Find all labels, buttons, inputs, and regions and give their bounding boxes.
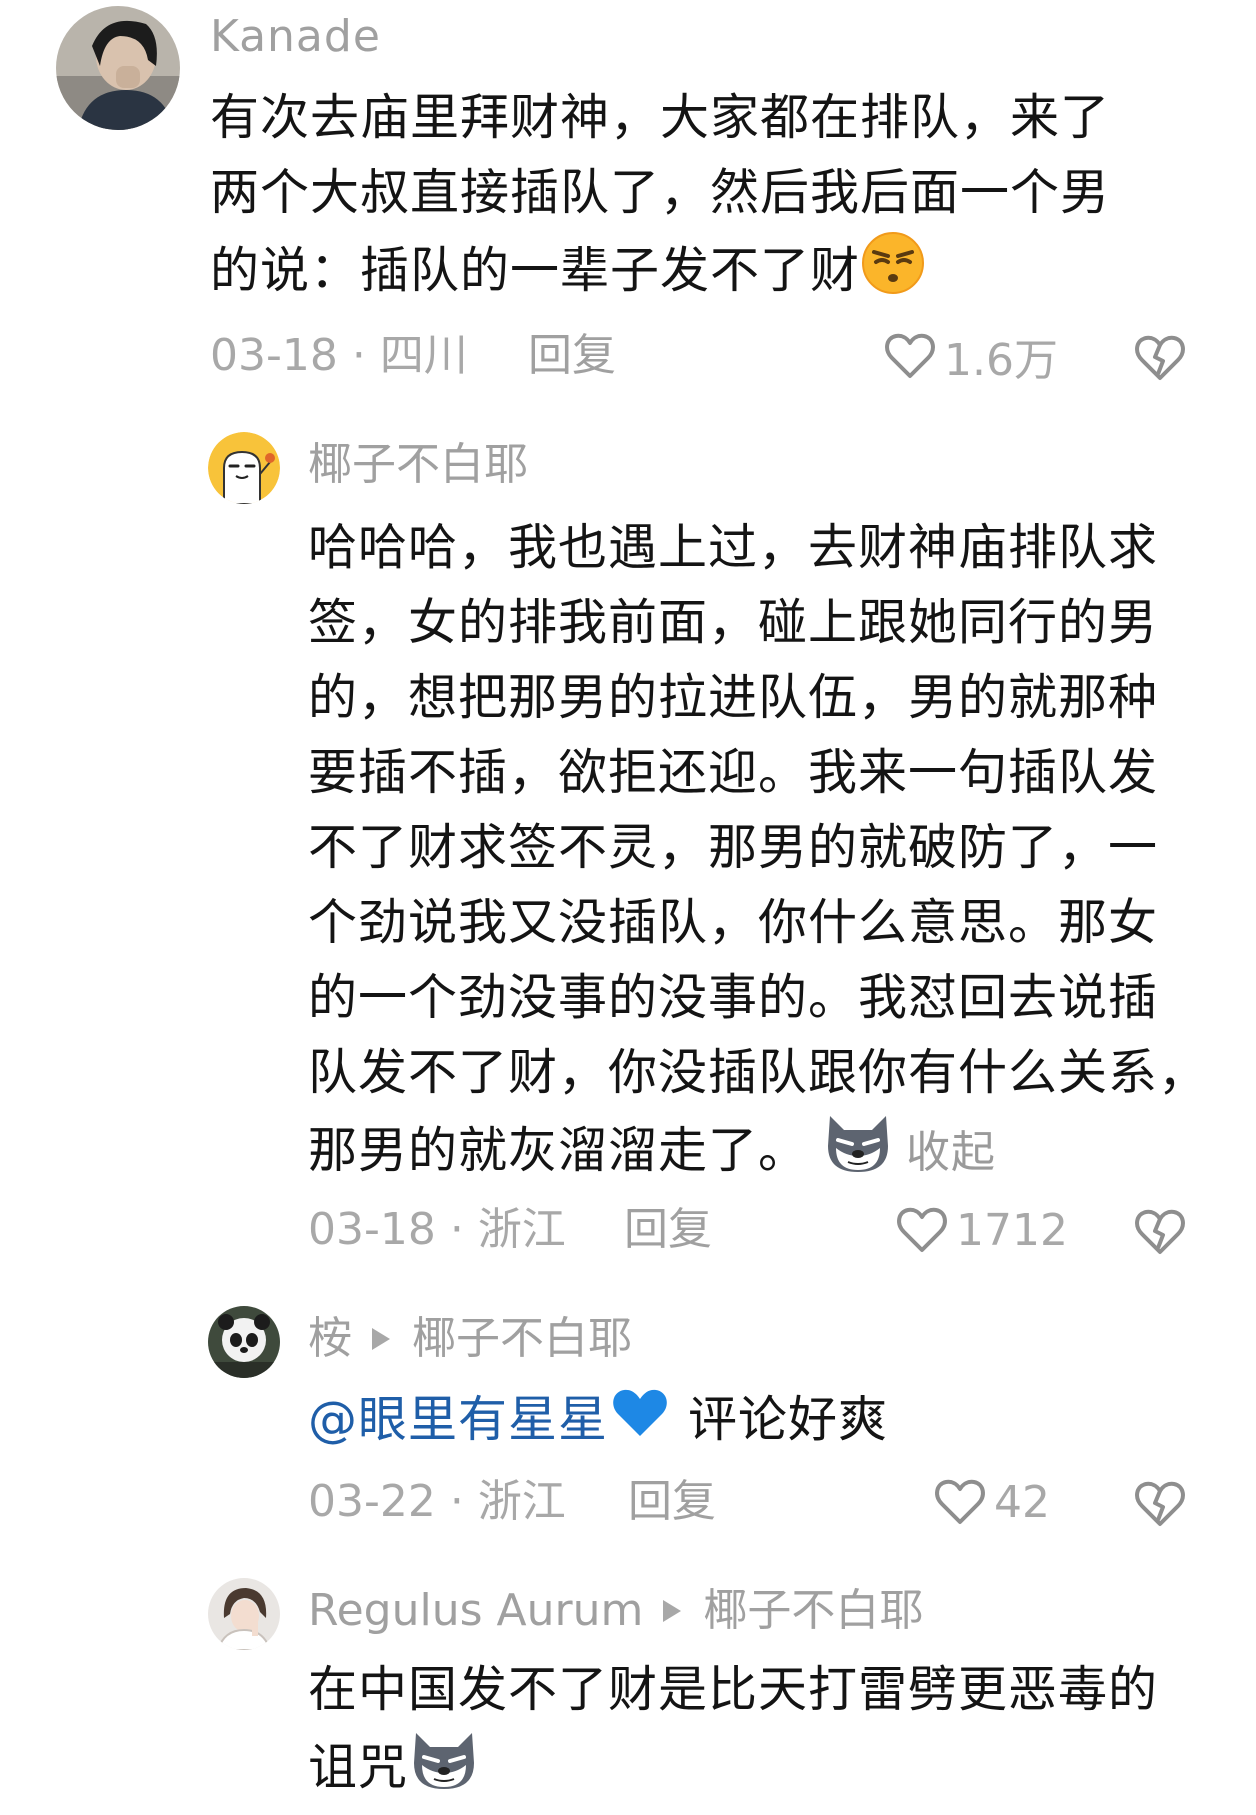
date-location: 03-18 · 浙江: [308, 1204, 566, 1255]
like-button[interactable]: 42: [932, 1472, 1050, 1532]
comment-line: 诅咒: [308, 1727, 1158, 1814]
comment-text: 在中国发不了财是比天打雷劈更恶毒的 诅咒: [308, 1652, 1158, 1814]
comment-text: 有次去庙里拜财神，大家都在排队，来了 两个大叔直接插队了，然后我后面一个男 的说…: [210, 80, 1110, 317]
collapse-button[interactable]: 收起: [906, 1127, 996, 1178]
reply-button[interactable]: 回复: [528, 326, 616, 386]
heart-icon: [885, 333, 935, 378]
like-count: 42: [994, 1476, 1050, 1528]
dislike-button[interactable]: [1132, 330, 1188, 386]
comment-meta: 03-18 · 四川 回复: [210, 326, 710, 386]
comment-line: 两个大叔直接插队了，然后我后面一个男: [210, 164, 1111, 221]
dislike-button[interactable]: [1132, 1476, 1188, 1532]
username[interactable]: Kanade: [210, 12, 381, 62]
like-count: 1.6万: [944, 335, 1058, 386]
heart-icon: [935, 1479, 985, 1524]
comment-line: 在中国发不了财是比天打雷劈更恶毒的: [308, 1661, 1159, 1718]
date-location: 03-22 · 浙江: [308, 1476, 566, 1527]
comment-text: 哈哈哈，我也遇上过，去财神庙排队求 签，女的排我前面，碰上跟她同行的男 的，想把…: [308, 510, 1208, 1197]
comment-line: @眼里有星星 评论好爽: [308, 1382, 888, 1461]
username[interactable]: 桉 椰子不白耶: [308, 1314, 632, 1364]
reply-to-username[interactable]: 椰子不白耶: [412, 1314, 632, 1364]
smirk-dog-emoji-icon: [408, 1727, 480, 1814]
dislike-button[interactable]: [1132, 1204, 1188, 1260]
reply-arrow-icon: [663, 1600, 682, 1622]
avatar[interactable]: [208, 432, 280, 504]
comment-line: 不了财求签不灵，那男的就破防了，一: [308, 819, 1159, 876]
mention-link[interactable]: @眼里有星星: [308, 1391, 608, 1448]
avatar[interactable]: [208, 1578, 280, 1650]
like-button[interactable]: 1712: [894, 1200, 1068, 1260]
broken-heart-icon: [1135, 335, 1185, 380]
comment-line: 那男的就灰溜溜走了。 收起: [308, 1110, 1208, 1197]
comment-line: 的说：插队的一辈子发不了财: [210, 230, 1110, 317]
heart-icon: [897, 1207, 947, 1252]
blue-heart-emoji-icon: [610, 1384, 670, 1461]
username[interactable]: 椰子不白耶: [308, 440, 528, 490]
comment-line: 有次去庙里拜财神，大家都在排队，来了: [210, 89, 1111, 146]
comment-text: @眼里有星星 评论好爽: [308, 1382, 888, 1461]
reply-to-username[interactable]: 椰子不白耶: [703, 1586, 923, 1636]
like-button[interactable]: 1.6万: [882, 326, 1058, 386]
reply-button[interactable]: 回复: [628, 1472, 716, 1532]
comment-line: 哈哈哈，我也遇上过，去财神庙排队求: [308, 519, 1159, 576]
avatar[interactable]: [56, 6, 180, 130]
reply-button[interactable]: 回复: [624, 1200, 712, 1260]
comment-meta: 03-22 · 浙江 回复: [308, 1472, 808, 1532]
comment-body: 评论好爽: [688, 1391, 889, 1448]
broken-heart-icon: [1135, 1209, 1185, 1254]
comment-meta: 03-18 · 浙江 回复: [308, 1200, 808, 1260]
smug-face-emoji-icon: [860, 230, 926, 317]
date-location: 03-18 · 四川: [210, 330, 468, 381]
broken-heart-icon: [1135, 1481, 1185, 1526]
like-count: 1712: [956, 1204, 1068, 1256]
smirk-dog-emoji-icon: [822, 1110, 894, 1197]
username[interactable]: Regulus Aurum 椰子不白耶: [308, 1586, 923, 1636]
comment-line: 的一个劲没事的没事的。我怼回去说插: [308, 969, 1159, 1026]
comment-line: 个劲说我又没插队，你什么意思。那女: [308, 894, 1159, 951]
comment-line: 要插不插，欲拒还迎。我来一句插队发: [308, 744, 1159, 801]
comment-line: 队发不了财，你没插队跟你有什么关系，: [308, 1044, 1209, 1101]
avatar[interactable]: [208, 1306, 280, 1378]
comment-line: 的，想把那男的拉进队伍，男的就那种: [308, 669, 1159, 726]
comment-line: 签，女的排我前面，碰上跟她同行的男: [308, 594, 1159, 651]
reply-arrow-icon: [372, 1328, 390, 1350]
